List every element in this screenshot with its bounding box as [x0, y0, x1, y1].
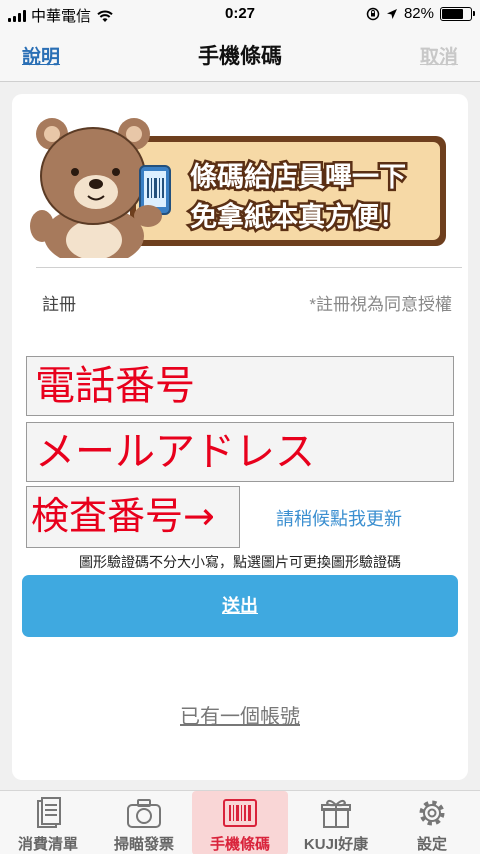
tab-settings[interactable]: 設定: [384, 791, 480, 854]
status-bar: 中華電信 0:27 82%: [0, 0, 480, 28]
receipt-list-icon: [37, 797, 61, 828]
gear-icon: [419, 800, 445, 826]
tab-mobile-barcode[interactable]: 手機條碼: [192, 791, 288, 854]
email-field[interactable]: メールアドレス: [26, 422, 454, 482]
gift-icon: [321, 799, 351, 828]
page-title: 手機條碼: [198, 45, 282, 68]
camera-icon: [127, 799, 161, 828]
battery-percent: 82%: [403, 5, 434, 22]
divider: [36, 267, 462, 268]
phone-number-field[interactable]: 電話番号: [26, 356, 454, 416]
tab-label: KUJI好康: [303, 836, 369, 853]
registration-card: 條碼給店員嗶一下 免拿紙本真方便！ 註冊 *註冊視為同意授權 電話番号 メールア…: [12, 94, 468, 780]
register-label: 註冊: [42, 295, 76, 314]
location-icon: [386, 8, 397, 19]
navigation-bar: 說明 手機條碼 取消: [0, 28, 480, 82]
tab-label: 手機條碼: [209, 836, 270, 853]
barcode-icon: [223, 799, 257, 827]
rotation-lock-icon: [366, 7, 380, 20]
cancel-link[interactable]: 取消: [420, 42, 458, 69]
banner-line-1: 條碼給店員嗶一下: [190, 161, 406, 193]
tab-receipt-list[interactable]: 消費清單: [0, 791, 96, 854]
have-account-link[interactable]: 已有一個帳號: [12, 700, 468, 729]
submit-button[interactable]: 送出: [22, 575, 458, 637]
tab-label: 設定: [416, 836, 447, 853]
tab-label: 掃瞄發票: [113, 836, 174, 853]
tab-bar: 消費清單 掃瞄發票 手機條碼 KUJI好康 設定: [0, 790, 480, 854]
battery-fill: [442, 8, 464, 19]
captcha-refresh-link[interactable]: 請稍候點我更新: [276, 505, 402, 531]
banner-line-2: 免拿紙本真方便！: [190, 201, 406, 233]
register-consent-note: *註冊視為同意授權: [309, 295, 452, 314]
tab-label: 消費清單: [17, 836, 78, 853]
bear-banner: 條碼給店員嗶一下 免拿紙本真方便！: [30, 118, 446, 258]
tab-scan-invoice[interactable]: 掃瞄發票: [96, 791, 192, 854]
status-right: 82%: [366, 5, 475, 22]
captcha-field[interactable]: 検査番号→: [26, 486, 240, 548]
tab-kuji-deals[interactable]: KUJI好康: [288, 791, 384, 854]
battery-icon: [440, 6, 475, 21]
captcha-hint: 圖形驗證碼不分大小寫，點選圖片可更換圖形驗證碼: [79, 554, 401, 570]
